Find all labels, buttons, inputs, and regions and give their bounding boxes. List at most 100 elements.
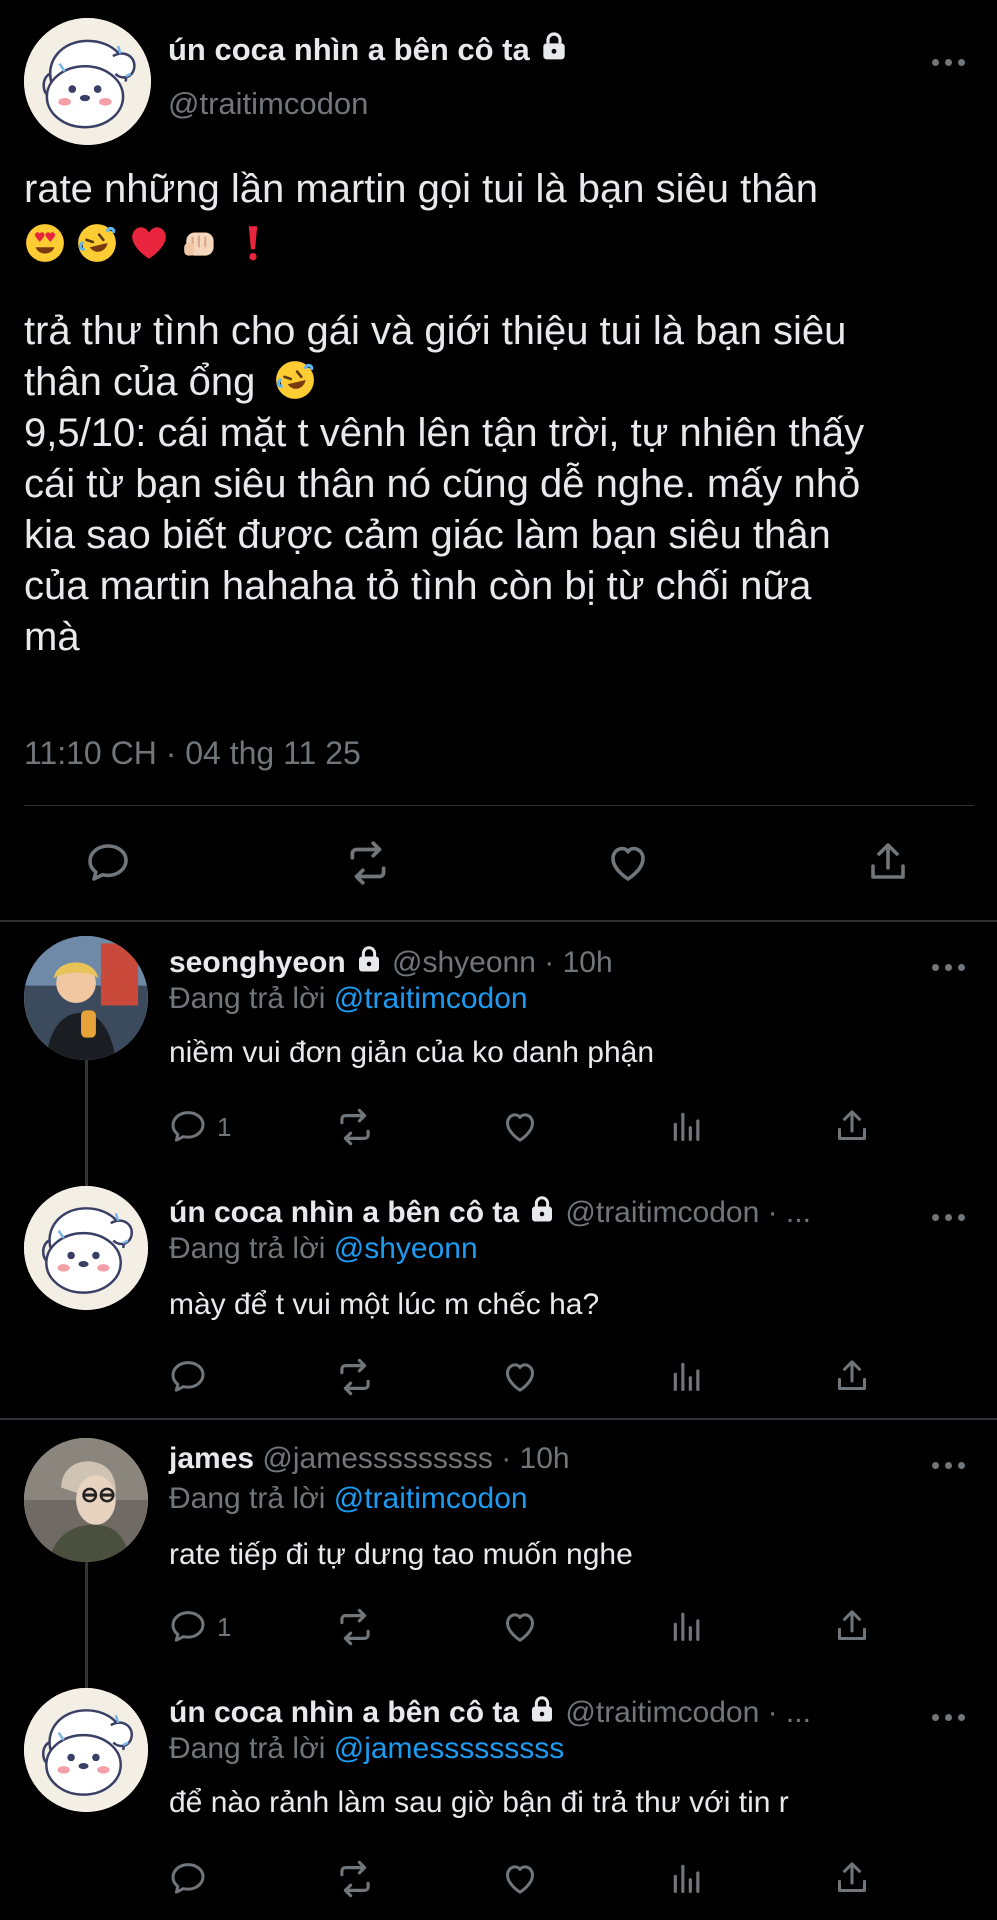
avatar-photo bbox=[24, 1438, 148, 1562]
retweet-icon[interactable] bbox=[334, 1356, 376, 1398]
replying-to: Đang trả lời @traitimcodon bbox=[169, 1482, 528, 1516]
retweet-icon[interactable] bbox=[343, 838, 393, 888]
retweet-icon[interactable] bbox=[334, 1606, 376, 1648]
reply-author-name[interactable]: ún coca nhìn a bên cô ta bbox=[169, 1696, 519, 1729]
reply-author-name[interactable]: seonghyeon bbox=[169, 946, 346, 979]
author-name[interactable]: ún coca nhìn a bên cô ta bbox=[168, 30, 570, 68]
views-icon[interactable] bbox=[667, 1106, 707, 1146]
like-icon[interactable] bbox=[500, 1858, 540, 1898]
reply-handle-time[interactable]: @shyeonn · 10h bbox=[392, 946, 613, 979]
reply-icon[interactable] bbox=[168, 1356, 208, 1396]
tweet-line: cái từ bạn siêu thân nó cũng dễ nghe. mấ… bbox=[24, 462, 861, 506]
tweet-line: thân của ổng bbox=[24, 357, 984, 408]
reply-header: ún coca nhìn a bên cô ta @traitimcodon ·… bbox=[169, 1194, 811, 1230]
reply-icon[interactable] bbox=[168, 1106, 208, 1146]
tweet-line: mà bbox=[24, 615, 80, 659]
replying-prefix: Đang trả lời bbox=[169, 1232, 326, 1265]
heart-eyes-emoji-icon bbox=[26, 223, 64, 262]
lock-icon bbox=[527, 1694, 557, 1724]
reply-tweet[interactable]: ún coca nhìn a bên cô ta @traitimcodon ·… bbox=[0, 1172, 997, 1418]
replying-prefix: Đang trả lời bbox=[169, 1482, 326, 1515]
tweet-line: của martin hahaha tỏ tình còn bị từ chối… bbox=[24, 564, 812, 608]
more-options-icon[interactable] bbox=[930, 1710, 970, 1724]
retweet-icon[interactable] bbox=[334, 1858, 376, 1900]
main-tweet: ún coca nhìn a bên cô ta @traitimcodon r… bbox=[0, 0, 997, 922]
tweet-line-text: thân của ổng bbox=[24, 360, 256, 404]
like-icon[interactable] bbox=[500, 1106, 540, 1146]
avatar-dog-image bbox=[24, 1186, 148, 1310]
replying-prefix: Đang trả lời bbox=[169, 1732, 326, 1765]
exclamation-emoji-icon bbox=[248, 225, 258, 260]
replying-prefix: Đang trả lời bbox=[169, 982, 326, 1015]
share-icon[interactable] bbox=[832, 1858, 872, 1898]
tweet-text: rate những lần martin gọi tui là bạn siê… bbox=[24, 164, 984, 663]
avatar[interactable] bbox=[24, 18, 151, 145]
share-icon[interactable] bbox=[832, 1106, 872, 1146]
mention-link[interactable]: @traitimcodon bbox=[334, 1482, 528, 1515]
reply-handle-time[interactable]: @traitimcodon · ... bbox=[565, 1696, 811, 1729]
reply-count: 1 bbox=[217, 1112, 232, 1142]
avatar[interactable] bbox=[24, 936, 148, 1060]
reply-actions bbox=[0, 1858, 997, 1898]
reply-handle-time[interactable]: @jamesssssssss · 10h bbox=[262, 1442, 569, 1475]
like-icon[interactable] bbox=[500, 1356, 540, 1396]
author-handle[interactable]: @traitimcodon bbox=[168, 86, 368, 122]
share-icon[interactable] bbox=[832, 1356, 872, 1396]
reply-tweet[interactable]: seonghyeon @shyeonn · 10h Đang trả lời @… bbox=[0, 922, 997, 1172]
lock-icon bbox=[354, 944, 384, 974]
reply-header: james @jamesssssssss · 10h bbox=[169, 1442, 570, 1476]
more-options-icon[interactable] bbox=[930, 55, 970, 69]
avatar[interactable] bbox=[24, 1438, 148, 1562]
reply-icon[interactable] bbox=[168, 1606, 208, 1646]
like-icon[interactable] bbox=[604, 838, 652, 886]
author-name-text: ún coca nhìn a bên cô ta bbox=[168, 32, 530, 67]
lock-icon bbox=[538, 30, 570, 62]
more-options-icon[interactable] bbox=[930, 960, 970, 974]
more-options-icon[interactable] bbox=[930, 1210, 970, 1224]
tweet-line: rate những lần martin gọi tui là bạn siê… bbox=[24, 167, 818, 211]
reply-icon[interactable] bbox=[168, 1858, 208, 1898]
rolling-laughing-emoji-icon bbox=[276, 361, 315, 399]
tweet-line: trả thư tình cho gái và giới thiệu tui l… bbox=[24, 309, 847, 353]
reply-header: ún coca nhìn a bên cô ta @traitimcodon ·… bbox=[169, 1694, 811, 1730]
mention-link[interactable]: @jamesssssssss bbox=[334, 1732, 564, 1765]
fist-bump-emoji-icon bbox=[184, 232, 214, 256]
mention-link[interactable]: @shyeonn bbox=[334, 1232, 478, 1265]
avatar-dog-image bbox=[24, 18, 151, 145]
replying-to: Đang trả lời @jamesssssssss bbox=[169, 1732, 564, 1766]
avatar[interactable] bbox=[24, 1186, 148, 1310]
rolling-laughing-emoji-icon bbox=[78, 223, 116, 262]
replying-to: Đang trả lời @traitimcodon bbox=[169, 982, 528, 1016]
reply-text: niềm vui đơn giản của ko danh phận bbox=[169, 1036, 655, 1069]
mention-link[interactable]: @traitimcodon bbox=[334, 982, 528, 1015]
red-heart-emoji-icon bbox=[132, 226, 166, 259]
emoji-row bbox=[24, 217, 984, 268]
views-icon[interactable] bbox=[667, 1356, 707, 1396]
reply-icon[interactable] bbox=[84, 838, 132, 886]
views-icon[interactable] bbox=[667, 1858, 707, 1898]
reply-handle-time[interactable]: @traitimcodon · ... bbox=[565, 1196, 811, 1229]
reply-text: rate tiếp đi tự dưng tao muốn nghe bbox=[169, 1538, 633, 1571]
reply-author-name[interactable]: ún coca nhìn a bên cô ta bbox=[169, 1196, 519, 1229]
share-icon[interactable] bbox=[832, 1606, 872, 1646]
views-icon[interactable] bbox=[667, 1606, 707, 1646]
reply-actions: 1 bbox=[0, 1106, 997, 1146]
tweet-line: 9,5/10: cái mặt t vênh lên tận trời, tự … bbox=[24, 411, 865, 455]
like-icon[interactable] bbox=[500, 1606, 540, 1646]
lock-icon bbox=[527, 1194, 557, 1224]
reply-actions bbox=[0, 1356, 997, 1396]
more-options-icon[interactable] bbox=[930, 1458, 970, 1472]
tweet-timestamp[interactable]: 11:10 CH · 04 thg 11 25 bbox=[24, 735, 361, 772]
reply-tweet[interactable]: ún coca nhìn a bên cô ta @traitimcodon ·… bbox=[0, 1672, 997, 1920]
reply-tweet[interactable]: james @jamesssssssss · 10h Đang trả lời … bbox=[0, 1420, 997, 1672]
replying-to: Đang trả lời @shyeonn bbox=[169, 1232, 478, 1266]
divider bbox=[24, 805, 974, 806]
reply-count: 1 bbox=[217, 1612, 232, 1642]
reply-header: seonghyeon @shyeonn · 10h bbox=[169, 944, 613, 980]
retweet-icon[interactable] bbox=[334, 1106, 376, 1148]
reply-author-name[interactable]: james bbox=[169, 1442, 254, 1475]
share-icon[interactable] bbox=[864, 838, 912, 886]
tweet-line: kia sao biết được cảm giác làm bạn siêu … bbox=[24, 513, 831, 557]
avatar[interactable] bbox=[24, 1688, 148, 1812]
